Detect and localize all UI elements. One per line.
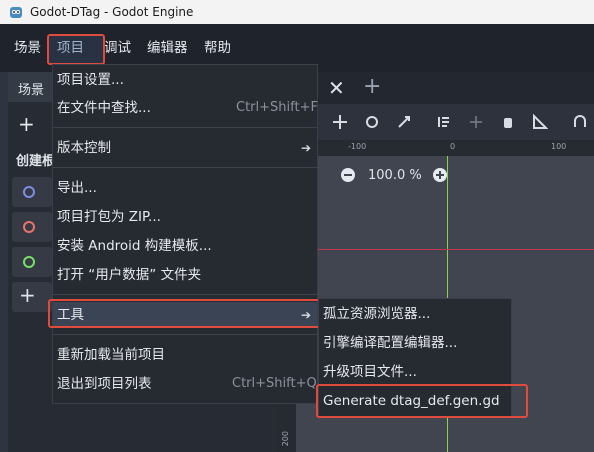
add-node-icon[interactable]: +	[18, 112, 35, 136]
snap-icon[interactable]	[572, 114, 588, 130]
ruler-label-200: 200	[281, 431, 290, 447]
rotate-tool-icon[interactable]	[364, 114, 380, 130]
scene-dock-tab-label: 场景	[18, 83, 45, 98]
menu-editor[interactable]: 编辑器	[147, 39, 188, 57]
ruler-tool-icon[interactable]	[532, 114, 548, 130]
window-title: Godot-DTag - Godot Engine	[30, 5, 194, 19]
generate-item-highlight	[316, 384, 528, 418]
move-tool-icon[interactable]	[332, 114, 348, 130]
plus-icon: +	[19, 283, 36, 307]
pivot-tool-icon[interactable]	[468, 114, 484, 130]
tools-item-highlight	[48, 299, 323, 328]
horizontal-ruler: -100 0 100	[278, 140, 594, 156]
create-3d-scene-button[interactable]	[12, 212, 52, 242]
menu-debug[interactable]: 调试	[104, 39, 131, 57]
menu-item-find-in-files[interactable]: 在文件中查找... Ctrl+Shift+F	[53, 95, 318, 121]
submenu-item-orphan-resource-explorer[interactable]: 孤立资源浏览器...	[319, 301, 511, 327]
menu-scene[interactable]: 场景	[14, 39, 41, 57]
menu-item-open-user-data[interactable]: 打开 “用户数据” 文件夹	[53, 262, 317, 288]
list-select-icon[interactable]	[436, 114, 452, 130]
create-root-label: 创建根	[16, 154, 56, 169]
menu-separator	[53, 334, 317, 335]
window-titlebar: Godot-DTag - Godot Engine	[0, 0, 594, 24]
node3d-icon	[23, 221, 35, 233]
control-icon	[23, 256, 35, 268]
zoom-out-icon[interactable]	[340, 167, 356, 183]
menu-help[interactable]: 帮助	[204, 39, 231, 57]
menu-item-quit-to-project-list[interactable]: 退出到项目列表 Ctrl+Shift+Q	[53, 371, 317, 397]
scene-tabbar: ✕ +	[278, 72, 594, 104]
menu-item-pack-zip[interactable]: 项目打包为 ZIP...	[53, 204, 317, 230]
ruler-label-0: 0	[450, 142, 456, 151]
submenu-item-build-profile-editor[interactable]: 引擎编译配置编辑器...	[319, 330, 511, 356]
create-2d-scene-button[interactable]	[12, 177, 52, 207]
menu-item-install-android-template[interactable]: 安装 Android 构建模板...	[53, 233, 317, 259]
other-node-button[interactable]: +	[12, 282, 52, 312]
ruler-label-neg100: -100	[348, 142, 367, 151]
menu-separator	[53, 167, 317, 168]
pan-tool-icon[interactable]	[500, 114, 516, 130]
add-tab-icon[interactable]: +	[363, 74, 381, 99]
canvas-toolbar	[278, 104, 594, 140]
submenu-item-upgrade-project-files[interactable]: 升级项目文件...	[319, 359, 511, 385]
project-dropdown: 项目设置... 在文件中查找... Ctrl+Shift+F 版本控制 ➔ 导出..…	[52, 64, 318, 404]
node2d-icon	[23, 186, 35, 198]
menu-separator	[53, 294, 317, 295]
menu-item-version-control[interactable]: 版本控制 ➔	[53, 135, 317, 161]
zoom-level[interactable]: 100.0 %	[368, 168, 422, 183]
project-menu-highlight	[47, 34, 105, 65]
x-axis-guide	[296, 249, 594, 250]
scale-tool-icon[interactable]	[396, 114, 412, 130]
zoom-in-icon[interactable]	[432, 167, 448, 183]
create-ui-scene-button[interactable]	[12, 247, 52, 277]
menu-item-project-settings[interactable]: 项目设置...	[53, 67, 317, 93]
menu-item-export[interactable]: 导出...	[53, 175, 317, 201]
menu-item-reload-project[interactable]: 重新加载当前项目	[53, 342, 317, 368]
ruler-label-100: 100	[551, 142, 567, 151]
godot-logo-icon	[10, 7, 22, 18]
close-tab-icon[interactable]: ✕	[328, 76, 345, 100]
submenu-arrow-icon: ➔	[301, 141, 312, 155]
menu-separator	[53, 127, 317, 128]
